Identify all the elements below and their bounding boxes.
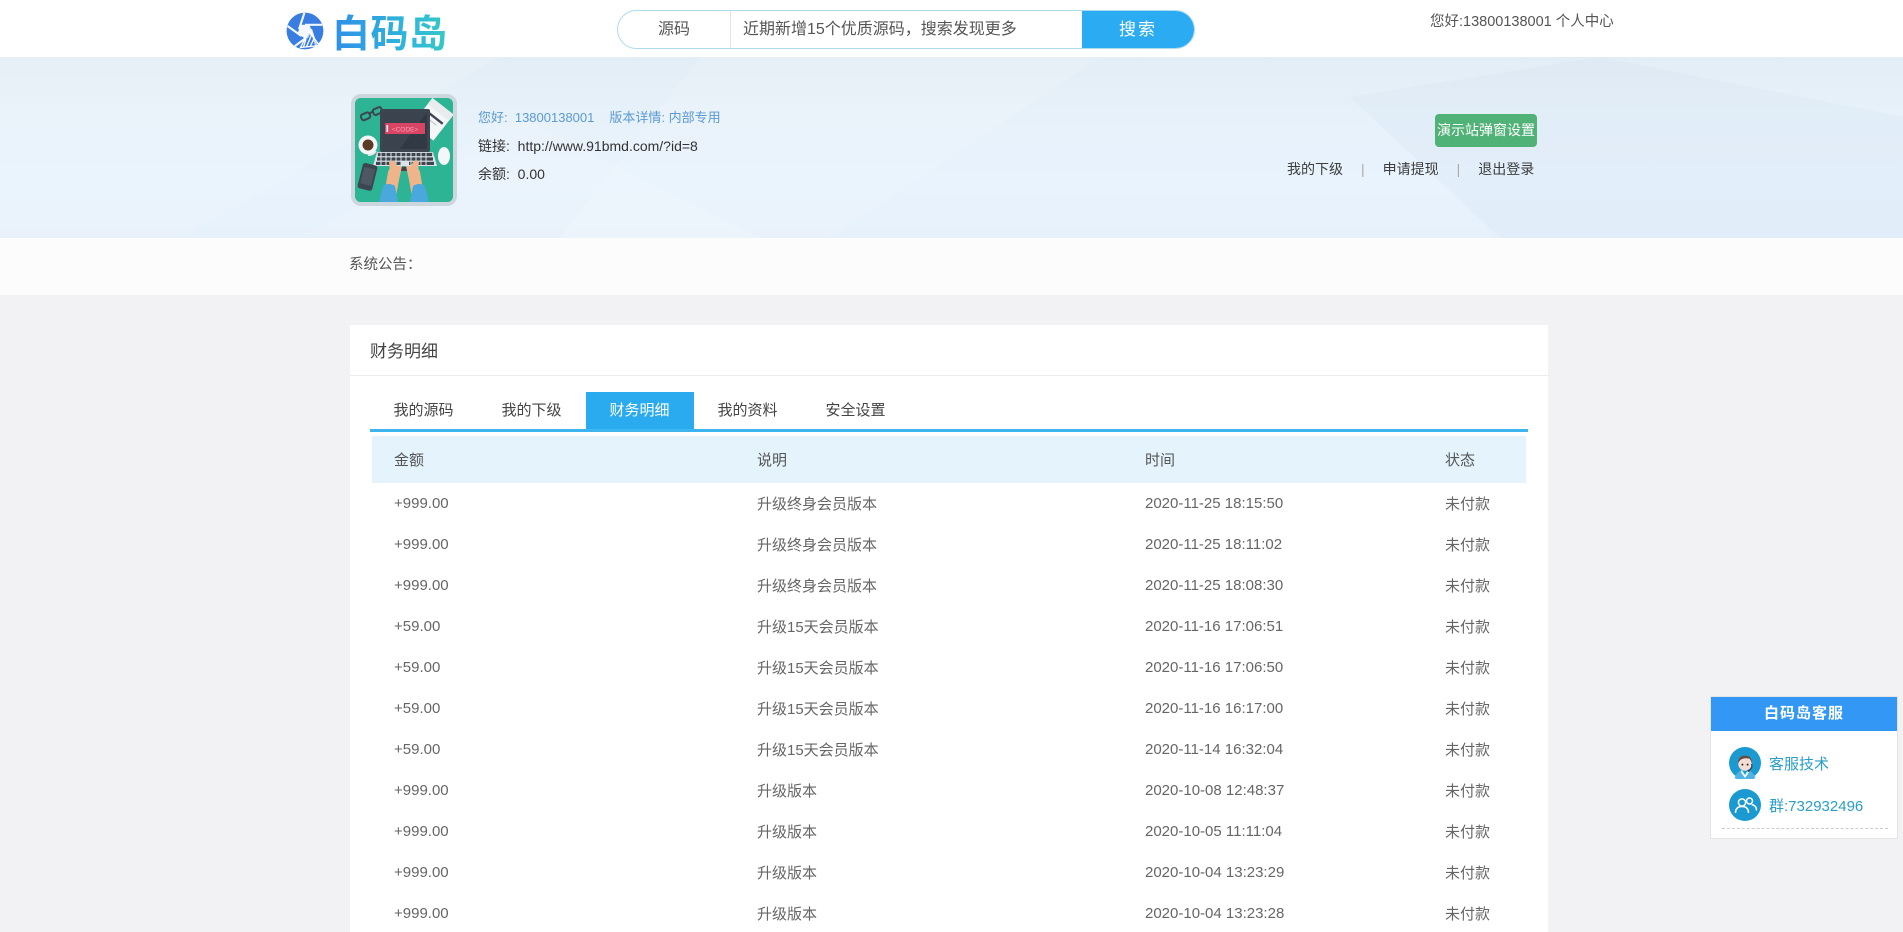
svg-text:<CODE>: <CODE> <box>392 127 419 134</box>
